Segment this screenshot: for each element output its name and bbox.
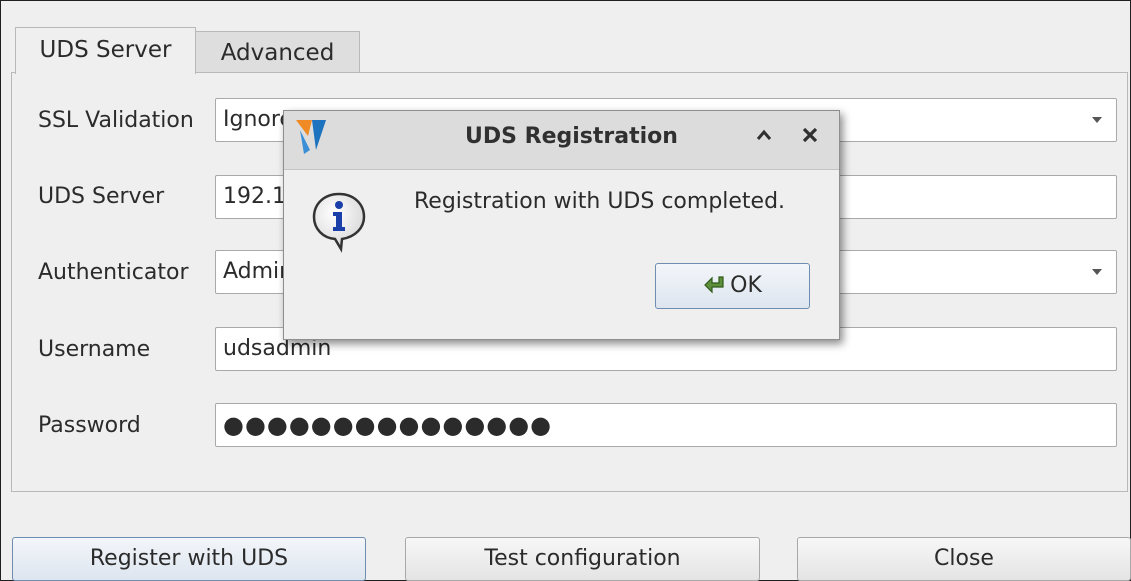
uds-server-label: UDS Server	[38, 184, 165, 209]
tab-advanced[interactable]: Advanced	[195, 31, 360, 73]
chevron-down-icon	[1092, 117, 1102, 123]
password-value: ●●●●●●●●●●●●●●●	[223, 411, 553, 439]
ok-button[interactable]: OK	[655, 263, 810, 309]
uds-registration-dialog: UDS Registration Registration with UDS c…	[283, 110, 840, 340]
ok-button-label: OK	[730, 273, 762, 298]
password-input[interactable]: ●●●●●●●●●●●●●●●	[215, 403, 1117, 447]
username-label: Username	[38, 337, 151, 362]
password-label: Password	[38, 413, 141, 438]
ssl-validation-label: SSL Validation	[38, 108, 194, 133]
tab-uds-server[interactable]: UDS Server	[15, 27, 196, 74]
ok-arrow-icon	[704, 276, 724, 294]
close-icon[interactable]	[800, 125, 820, 153]
info-icon	[311, 191, 367, 257]
close-button[interactable]: Close	[797, 537, 1131, 581]
minimize-icon[interactable]	[754, 125, 774, 153]
chevron-down-icon	[1092, 269, 1102, 275]
register-with-uds-button[interactable]: Register with UDS	[12, 537, 366, 581]
dialog-titlebar: UDS Registration	[284, 111, 839, 170]
dialog-message: Registration with UDS completed.	[414, 189, 786, 214]
test-configuration-button[interactable]: Test configuration	[405, 537, 760, 581]
authenticator-label: Authenticator	[38, 260, 189, 285]
